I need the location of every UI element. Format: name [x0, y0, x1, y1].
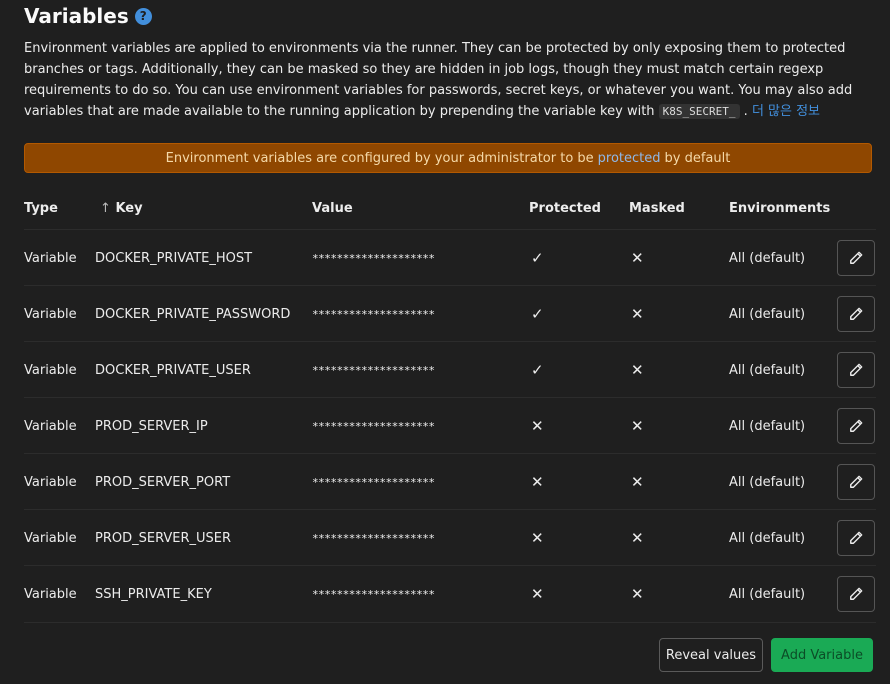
- masked-cross-icon: ✕: [631, 529, 644, 547]
- variable-key: DOCKER_PRIVATE_USER: [95, 362, 251, 378]
- variable-value: ********************: [312, 419, 435, 433]
- variable-environment: All (default): [729, 250, 806, 266]
- help-icon[interactable]: ?: [134, 7, 152, 25]
- edit-variable-button[interactable]: [837, 240, 875, 276]
- protected-check-icon: ✓: [531, 361, 544, 379]
- masked-cross-icon: ✕: [631, 249, 644, 267]
- edit-variable-button[interactable]: [837, 576, 875, 612]
- edit-variable-button[interactable]: [837, 352, 875, 388]
- section-description: Environment variables are applied to env…: [24, 38, 874, 122]
- variable-key: PROD_SERVER_USER: [95, 530, 232, 546]
- reveal-values-button[interactable]: Reveal values: [659, 638, 763, 672]
- variable-key: SSH_PRIVATE_KEY: [95, 586, 212, 602]
- variables-settings-section: Variables ? Environment variables are ap…: [0, 0, 890, 684]
- protected-cross-icon: ✕: [531, 529, 544, 547]
- column-header-key[interactable]: ↑ Key: [100, 201, 143, 216]
- table-row: Variable DOCKER_PRIVATE_USER ***********…: [24, 341, 876, 398]
- alert-text-after: by default: [664, 150, 731, 166]
- variable-value: ********************: [312, 475, 435, 489]
- pencil-icon: [850, 251, 863, 264]
- page-title: Variables: [24, 4, 129, 28]
- add-variable-button[interactable]: Add Variable: [771, 638, 873, 672]
- protected-check-icon: ✓: [531, 249, 544, 267]
- description-period: .: [743, 104, 748, 119]
- variable-type: Variable: [24, 418, 77, 434]
- edit-variable-button[interactable]: [837, 464, 875, 500]
- variable-value: ********************: [312, 307, 435, 321]
- variable-value: ********************: [312, 363, 435, 377]
- variable-key: PROD_SERVER_IP: [95, 418, 208, 434]
- variable-value: ********************: [312, 587, 435, 601]
- masked-cross-icon: ✕: [631, 305, 644, 323]
- variable-environment: All (default): [729, 418, 806, 434]
- variable-key: DOCKER_PRIVATE_PASSWORD: [95, 306, 291, 322]
- variable-environment: All (default): [729, 474, 806, 490]
- variable-environment: All (default): [729, 306, 806, 322]
- variable-value: ********************: [312, 531, 435, 545]
- variable-environment: All (default): [729, 586, 806, 602]
- variable-type: Variable: [24, 586, 77, 602]
- protected-cross-icon: ✕: [531, 417, 544, 435]
- table-row: Variable PROD_SERVER_USER **************…: [24, 509, 876, 566]
- pencil-icon: [850, 307, 863, 320]
- protected-default-alert: Environment variables are configured by …: [24, 143, 872, 173]
- protected-cross-icon: ✕: [531, 473, 544, 491]
- k8s-secret-code: K8S_SECRET_: [658, 104, 740, 119]
- pencil-icon: [850, 419, 863, 432]
- table-row: Variable SSH_PRIVATE_KEY ***************…: [24, 565, 876, 623]
- protected-check-icon: ✓: [531, 305, 544, 323]
- table-row: Variable DOCKER_PRIVATE_HOST ***********…: [24, 229, 876, 286]
- sort-ascending-icon: ↑: [100, 201, 111, 216]
- section-header: Variables ?: [24, 4, 152, 28]
- table-row: Variable DOCKER_PRIVATE_PASSWORD *******…: [24, 285, 876, 342]
- more-info-link[interactable]: 더 많은 정보: [752, 104, 820, 119]
- variable-type: Variable: [24, 530, 77, 546]
- column-header-value: Value: [312, 201, 353, 216]
- pencil-icon: [850, 531, 863, 544]
- variable-type: Variable: [24, 362, 77, 378]
- protected-cross-icon: ✕: [531, 585, 544, 603]
- pencil-icon: [850, 587, 863, 600]
- edit-variable-button[interactable]: [837, 296, 875, 332]
- protected-link[interactable]: protected: [598, 151, 661, 166]
- pencil-icon: [850, 475, 863, 488]
- table-row: Variable PROD_SERVER_IP ****************…: [24, 397, 876, 454]
- masked-cross-icon: ✕: [631, 361, 644, 379]
- masked-cross-icon: ✕: [631, 473, 644, 491]
- variable-key: PROD_SERVER_PORT: [95, 474, 231, 490]
- column-header-environments: Environments: [729, 201, 831, 216]
- edit-variable-button[interactable]: [837, 408, 875, 444]
- column-header-protected: Protected: [529, 201, 601, 216]
- variable-key: DOCKER_PRIVATE_HOST: [95, 250, 253, 266]
- pencil-icon: [850, 363, 863, 376]
- variable-type: Variable: [24, 474, 77, 490]
- edit-variable-button[interactable]: [837, 520, 875, 556]
- variable-value: ********************: [312, 251, 435, 265]
- column-header-key-label: Key: [115, 201, 143, 216]
- table-row: Variable PROD_SERVER_PORT **************…: [24, 453, 876, 510]
- alert-text-before: Environment variables are configured by …: [165, 150, 594, 166]
- column-header-masked: Masked: [629, 201, 685, 216]
- variable-environment: All (default): [729, 530, 806, 546]
- masked-cross-icon: ✕: [631, 417, 644, 435]
- masked-cross-icon: ✕: [631, 585, 644, 603]
- variable-type: Variable: [24, 250, 77, 266]
- variable-type: Variable: [24, 306, 77, 322]
- variable-environment: All (default): [729, 362, 806, 378]
- column-header-type: Type: [24, 201, 58, 216]
